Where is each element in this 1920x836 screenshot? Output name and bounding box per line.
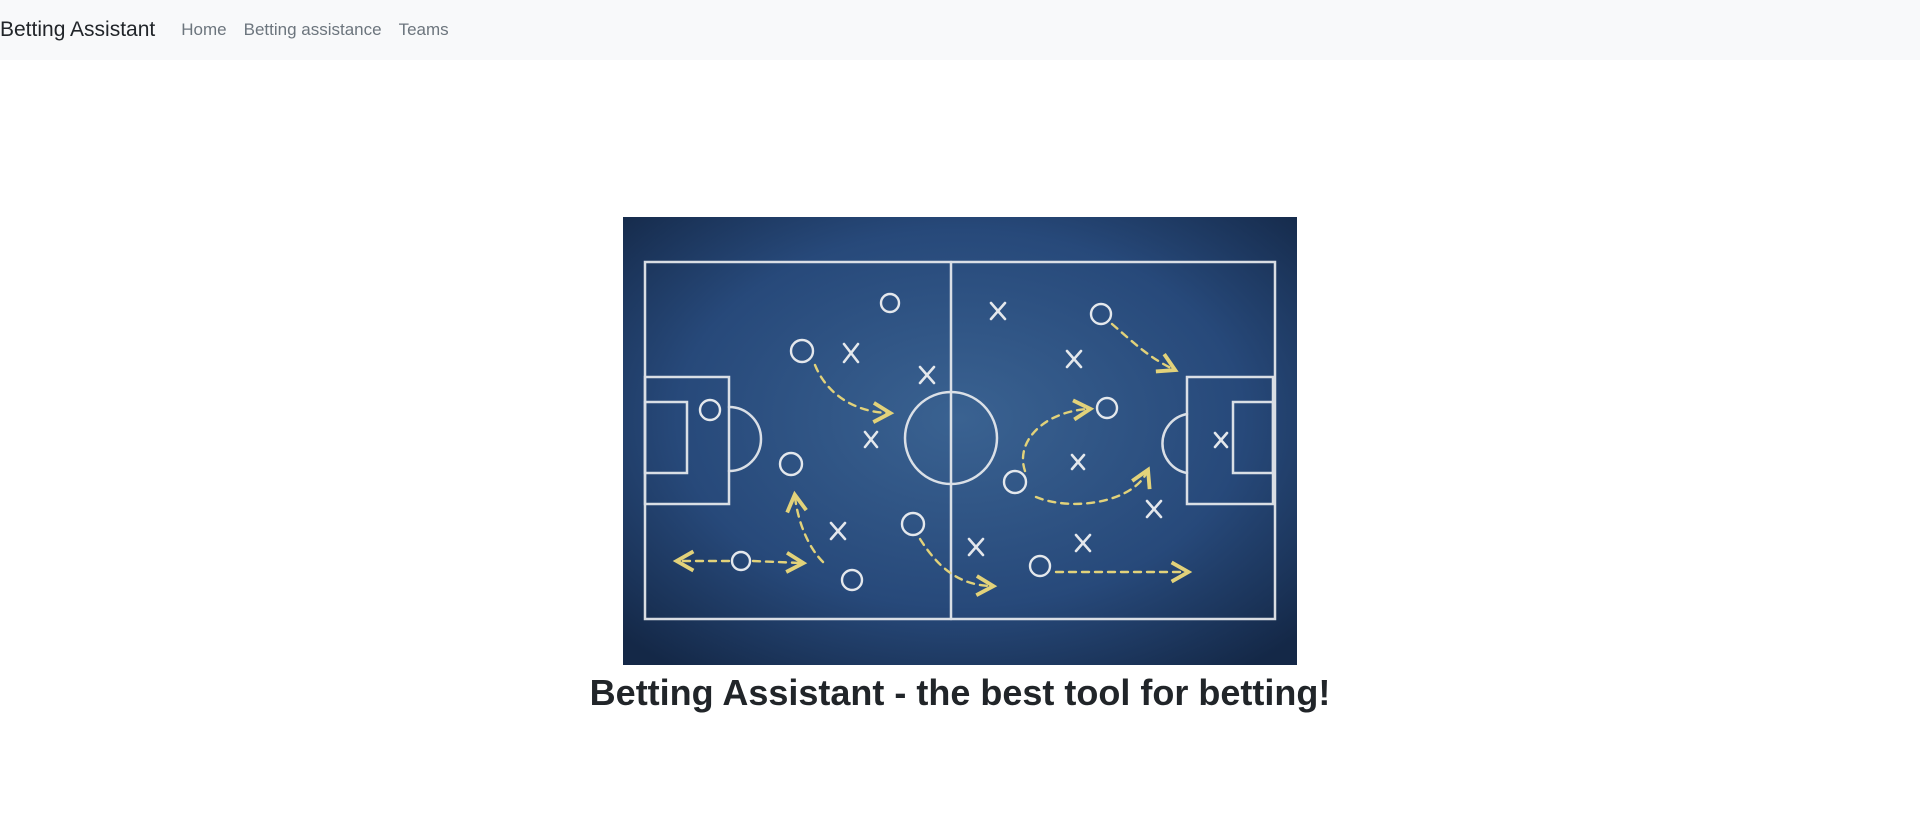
page-title: Betting Assistant - the best tool for be… (589, 672, 1331, 713)
nav-link-teams[interactable]: Teams (399, 20, 449, 40)
football-tactics-board-icon (623, 217, 1297, 665)
navbar: Betting Assistant Home Betting assistanc… (0, 0, 1920, 60)
nav-link-betting-assistance[interactable]: Betting assistance (244, 20, 382, 40)
navbar-brand[interactable]: Betting Assistant (0, 18, 155, 42)
nav-link-home[interactable]: Home (181, 20, 226, 40)
